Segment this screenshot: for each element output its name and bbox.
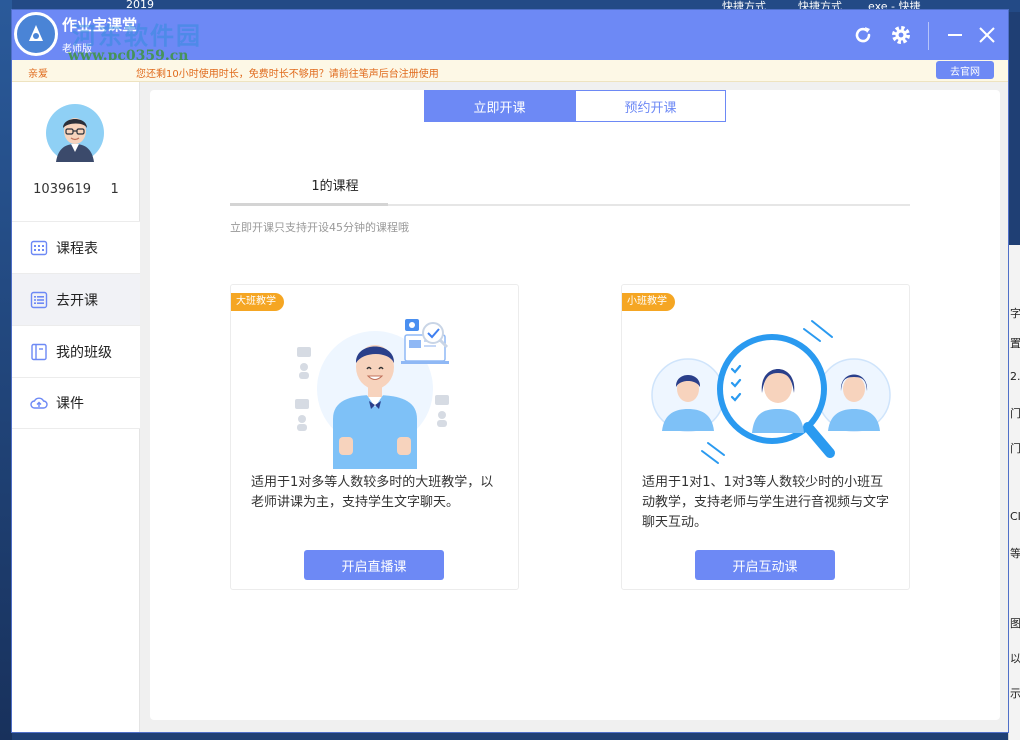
class-book-icon (30, 343, 48, 361)
tab-my-courses[interactable]: 1的课程 (230, 175, 440, 194)
large-class-card: 大班教学 适用于1对多等人数较多时的大班教学，以老师讲课为主，支持学生文字聊天。… (230, 284, 519, 590)
interactive-class-illustration (642, 309, 892, 469)
desktop-glyph: 置 (1010, 337, 1020, 350)
sidebar-item-label: 课程表 (56, 240, 98, 257)
desktop-background-window: 字 置 2. 门 门 CI 等 图 以 示 (1008, 245, 1020, 740)
sidebar-item-label: 我的班级 (56, 344, 112, 361)
sidebar-item-schedule[interactable]: 课程表 (12, 221, 140, 273)
settings-button[interactable] (886, 20, 916, 50)
desktop-left-strip (0, 0, 12, 740)
tab-start-now[interactable]: 立即开课 (424, 90, 575, 122)
cloud-upload-icon (30, 394, 48, 412)
desktop-glyph: 2. (1010, 370, 1020, 383)
sidebar-item-label: 去开课 (56, 292, 98, 309)
titlebar-divider (928, 22, 929, 50)
official-site-button[interactable]: 去官网 (936, 61, 994, 79)
sidebar-item-label: 课件 (56, 396, 84, 412)
card-description: 适用于1对多等人数较多时的大班教学，以老师讲课为主，支持学生文字聊天。 (251, 475, 494, 510)
desktop-glyph: 示 (1010, 687, 1020, 700)
notice-prefix: 亲爱 (28, 69, 48, 80)
start-live-class-button[interactable]: 开启直播课 (304, 550, 444, 580)
sidebar-item-start-class[interactable]: 去开课 (12, 273, 140, 325)
desktop-glyph: 以 (1010, 652, 1020, 665)
sidebar-item-courseware[interactable]: 课件 (12, 377, 140, 429)
title-bar[interactable]: 作业宝课堂 老师版 河东软件园 www.pc0359.cn (12, 10, 1008, 64)
desktop-glyph: CI (1010, 510, 1020, 523)
desktop-glyph: 等 (1010, 547, 1020, 560)
watermark-text: 河东软件园 (72, 21, 202, 50)
tab-active-indicator (230, 203, 388, 206)
small-class-card: 小班教学 适用于1对1、1对3等人数较少时的小班互动教学，支持老师与学生进行音视… (621, 284, 910, 590)
refresh-icon (855, 27, 871, 43)
lecture-teacher-illustration (275, 309, 475, 469)
avatar[interactable] (46, 104, 104, 162)
start-interactive-class-button[interactable]: 开启互动课 (695, 550, 835, 580)
desktop-glyph: 字 (1010, 307, 1020, 320)
notice-bar: 亲爱 您还剩10小时使用时长，免费时长不够用？请前往笔声后台注册使用 去官网 (12, 60, 1008, 82)
notice-text: 您还剩10小时使用时长，免费时长不够用？请前往笔声后台注册使用 (136, 69, 439, 80)
list-icon (30, 291, 48, 309)
sidebar: 1039619 1 课程表 去开课 我的班级 课件 (12, 82, 140, 732)
tab-schedule-class[interactable]: 预约开课 (575, 90, 726, 122)
close-icon (979, 27, 995, 43)
course-duration-hint: 立即开课只支持开设45分钟的课程哦 (230, 221, 409, 234)
card-description: 适用于1对1、1对3等人数较少时的小班互动教学，支持老师与学生进行音视频与文字聊… (642, 475, 890, 530)
refresh-button[interactable] (848, 20, 878, 50)
app-window: 作业宝课堂 老师版 河东软件园 www.pc0359.cn 亲爱 您还剩10小时… (12, 10, 1008, 732)
user-id: 1039619 1 (33, 182, 119, 197)
close-button[interactable] (972, 20, 1002, 50)
minimize-button[interactable] (940, 20, 970, 50)
app-logo-icon (14, 12, 58, 56)
main-panel: 立即开课 预约开课 1的课程 立即开课只支持开设45分钟的课程哦 大班教学 适用… (150, 90, 1000, 720)
calendar-grid-icon (30, 239, 48, 257)
gear-icon (892, 26, 910, 44)
minimize-icon (948, 34, 962, 36)
desktop-glyph: 图 (1010, 617, 1020, 630)
sidebar-item-my-class[interactable]: 我的班级 (12, 325, 140, 377)
desktop-glyph: 门 (1010, 442, 1020, 455)
desktop-glyph: 门 (1010, 407, 1020, 420)
